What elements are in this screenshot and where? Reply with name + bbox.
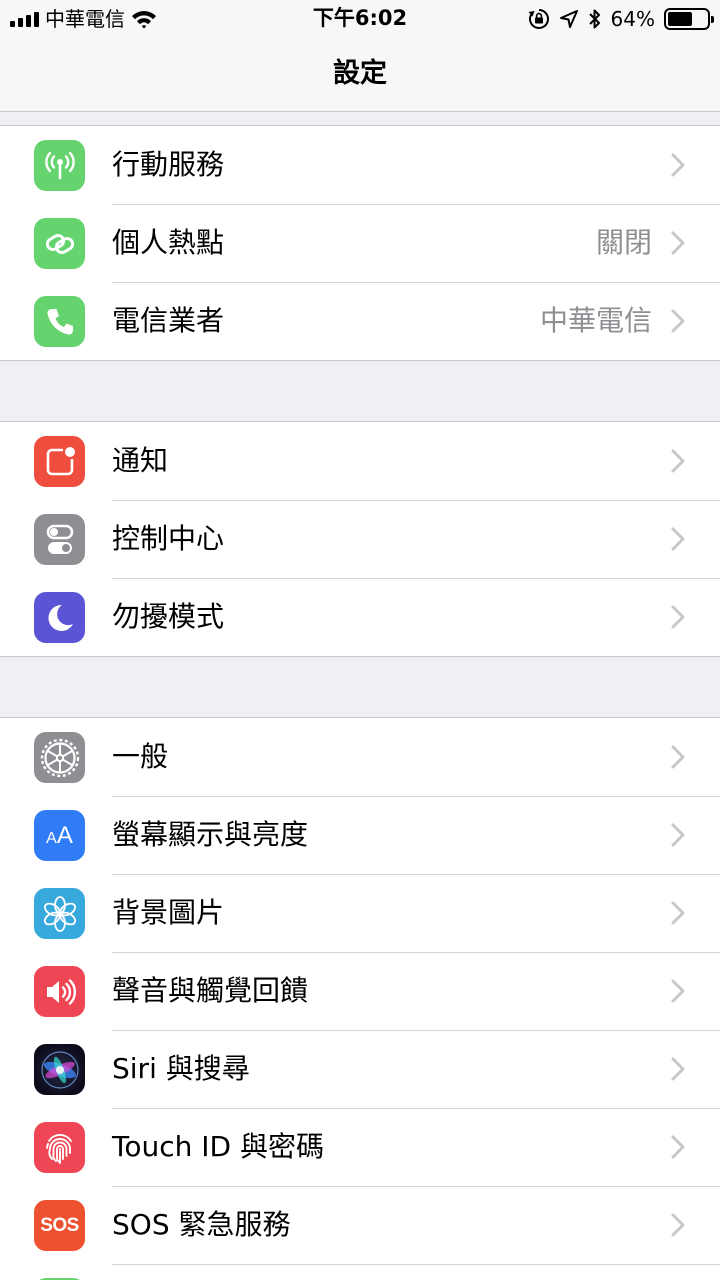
settings-row-do-not-disturb[interactable]: 勿擾模式 [0,578,720,656]
settings-row-carrier[interactable]: 電信業者 中華電信 [0,282,720,360]
battery-percentage: 64% [610,7,655,31]
settings-row-siri-search[interactable]: Siri 與搜尋 [0,1030,720,1108]
sos-icon: SOS [34,1200,85,1251]
bluetooth-icon [588,9,600,29]
chevron-right-icon [671,527,685,551]
hotspot-icon [34,218,85,269]
settings-row-general[interactable]: 一般 [0,718,720,796]
settings-row-label: 行動服務 [112,148,225,181]
chevron-right-icon [671,901,685,925]
moon-icon [34,592,85,643]
phone-icon [34,296,85,347]
chevron-right-icon [671,231,685,255]
settings-group-network: 行動服務 個人熱點 關閉 電信業者 中華電信 [0,125,720,361]
settings-row-touch-id-passcode[interactable]: Touch ID 與密碼 [0,1108,720,1186]
chevron-right-icon [671,745,685,769]
settings-row-label: Touch ID 與密碼 [112,1130,324,1163]
settings-row-label: 聲音與觸覺回饋 [112,974,309,1007]
settings-row-label: SOS 緊急服務 [112,1208,291,1241]
settings-group-general: 一般 AA 螢幕顯示與亮度 背景圖片 聲音與觸覺回饋 Siri 與搜尋 Touc… [0,717,720,1280]
settings-row-value: 中華電信 [539,304,652,337]
settings-row-label: 電信業者 [112,304,225,337]
chevron-right-icon [671,1213,685,1237]
settings-row-value: 關閉 [595,226,652,259]
settings-row-battery[interactable] [0,1264,720,1280]
cellular-icon [34,140,85,191]
status-bar: 中華電信 下午6:02 64% [0,0,720,38]
settings-row-sounds-haptics[interactable]: 聲音與觸覺回饋 [0,952,720,1030]
battery-icon [664,8,714,30]
chevron-right-icon [671,605,685,629]
settings-row-label: 背景圖片 [112,896,225,929]
settings-row-label: 螢幕顯示與亮度 [112,818,309,851]
settings-row-wallpaper[interactable]: 背景圖片 [0,874,720,952]
settings-row-control-center[interactable]: 控制中心 [0,500,720,578]
settings-row-label: 個人熱點 [112,226,225,259]
chevron-right-icon [671,309,685,333]
chevron-right-icon [671,449,685,473]
rotation-lock-icon [528,9,549,29]
speaker-icon [34,966,85,1017]
settings-row-label: 一般 [112,740,169,773]
settings-row-cellular[interactable]: 行動服務 [0,126,720,204]
settings-row-label: Siri 與搜尋 [112,1052,250,1085]
chevron-right-icon [671,979,685,1003]
fingerprint-icon [34,1122,85,1173]
chevron-right-icon [671,1057,685,1081]
location-icon [559,10,578,28]
wallpaper-icon [34,888,85,939]
settings-row-notifications[interactable]: 通知 [0,422,720,500]
page-title: 設定 [333,58,387,89]
settings-row-display-brightness[interactable]: AA 螢幕顯示與亮度 [0,796,720,874]
siri-icon [34,1044,85,1095]
settings-row-emergency-sos[interactable]: SOS SOS 緊急服務 [0,1186,720,1264]
settings-screen: 中華電信 下午6:02 64% 設定 行動服務 個人熱點 關閉 電信業者 中華電… [0,0,720,1280]
settings-row-personal-hotspot[interactable]: 個人熱點 關閉 [0,204,720,282]
display-brightness-icon: AA [34,810,85,861]
notifications-icon [34,436,85,487]
gear-icon [34,732,85,783]
navigation-header: 中華電信 下午6:02 64% 設定 [0,0,720,112]
sos-icon-text: SOS [40,1214,79,1236]
settings-row-label: 通知 [112,444,169,477]
control-center-icon [34,514,85,565]
settings-group-notifications: 通知 控制中心 勿擾模式 [0,421,720,657]
chevron-right-icon [671,1135,685,1159]
settings-row-label: 控制中心 [112,522,225,555]
chevron-right-icon [671,153,685,177]
settings-row-label: 勿擾模式 [112,600,225,633]
chevron-right-icon [671,823,685,847]
